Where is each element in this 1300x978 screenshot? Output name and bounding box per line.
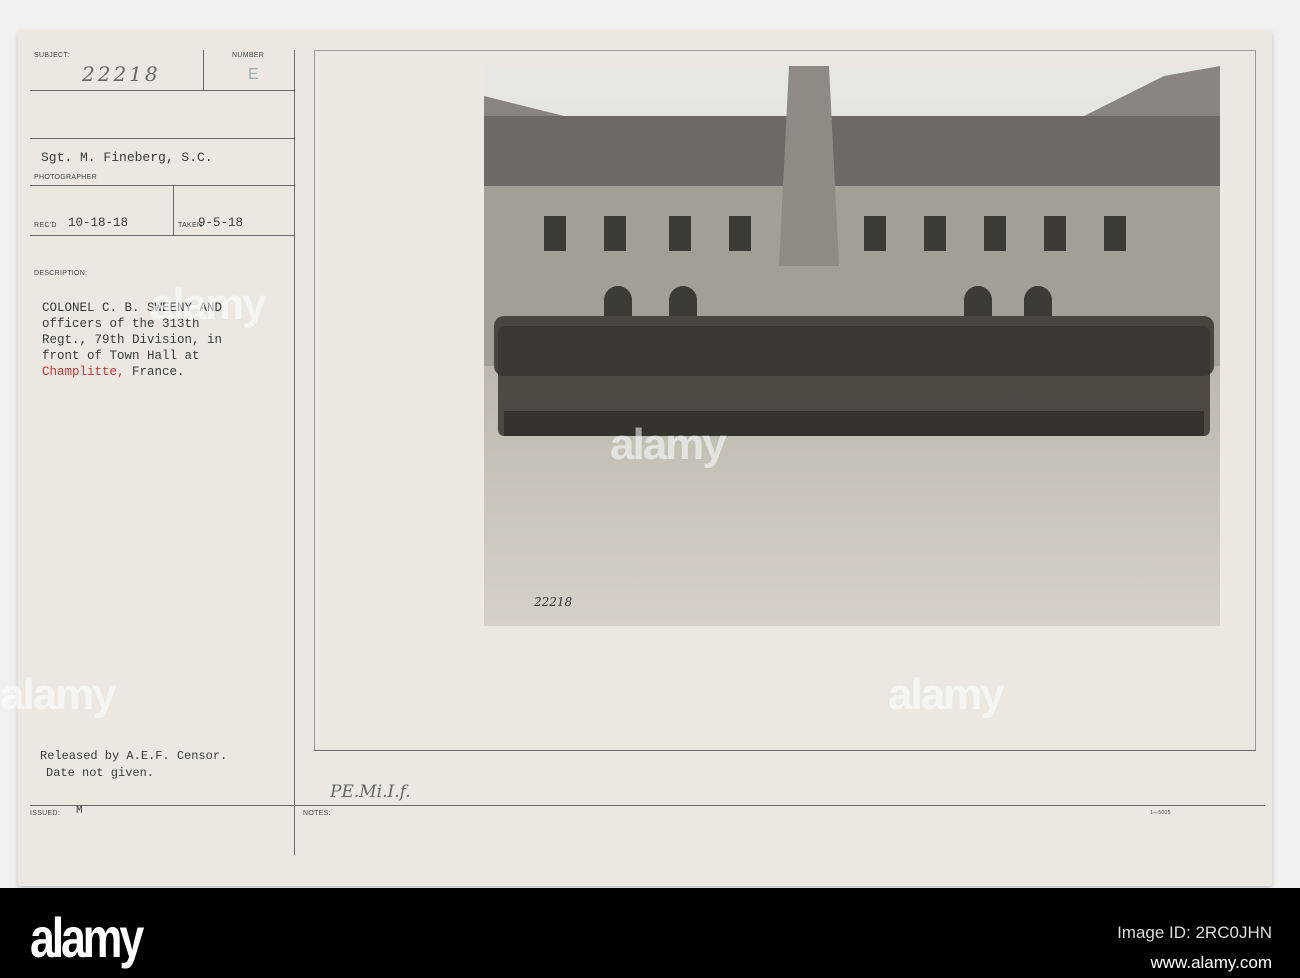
taken-date: 9-5-18 bbox=[198, 216, 244, 230]
photograph: 22218 bbox=[484, 66, 1220, 626]
photographer-label: PHOTOGRAPHER bbox=[34, 174, 97, 181]
photo-stamp-number: 22218 bbox=[533, 595, 573, 609]
notes-label: NOTES: bbox=[303, 810, 331, 817]
issued-value: M bbox=[76, 805, 83, 817]
subject-label: SUBJECT: bbox=[34, 52, 70, 59]
form-number: 1—5005 bbox=[1150, 810, 1171, 816]
release-note: Released by A.E.F. Censor. Date not give… bbox=[40, 748, 227, 782]
watermark: alamy bbox=[610, 420, 727, 469]
alamy-url[interactable]: www.alamy.com bbox=[1117, 948, 1272, 978]
watermark: alamy bbox=[150, 280, 267, 329]
location-red: Champlitte, bbox=[42, 365, 125, 379]
recd-label: REC'D bbox=[34, 222, 57, 229]
photographer-name: Sgt. M. Fineberg, S.C. bbox=[41, 150, 213, 165]
description-line: front of Town Hall at bbox=[42, 349, 200, 363]
subject-number: 22218 bbox=[82, 62, 161, 86]
watermark-bar bbox=[0, 888, 1300, 978]
location-rest: France. bbox=[124, 365, 185, 379]
release-line: Released by A.E.F. Censor. bbox=[40, 749, 228, 763]
recd-date: 10-18-18 bbox=[68, 216, 129, 230]
notes-handwritten: PE.Mi.I.f. bbox=[330, 782, 411, 802]
description-label: DESCRIPTION: bbox=[34, 270, 88, 277]
number-label: NUMBER bbox=[232, 52, 265, 59]
issued-label: ISSUED: bbox=[30, 810, 61, 817]
release-line: Date not given. bbox=[46, 766, 155, 780]
description-line: Regt., 79th Division, in bbox=[42, 333, 223, 347]
watermark: alamy bbox=[888, 670, 1005, 719]
alamy-logo: alamy bbox=[30, 906, 144, 969]
watermark: alamy bbox=[0, 670, 117, 719]
image-info: Image ID: 2RC0JHN www.alamy.com bbox=[1117, 918, 1272, 978]
image-id: Image ID: 2RC0JHN bbox=[1117, 923, 1272, 942]
number-value: E bbox=[248, 66, 259, 83]
officers-group-photo: 22218 bbox=[484, 66, 1220, 626]
